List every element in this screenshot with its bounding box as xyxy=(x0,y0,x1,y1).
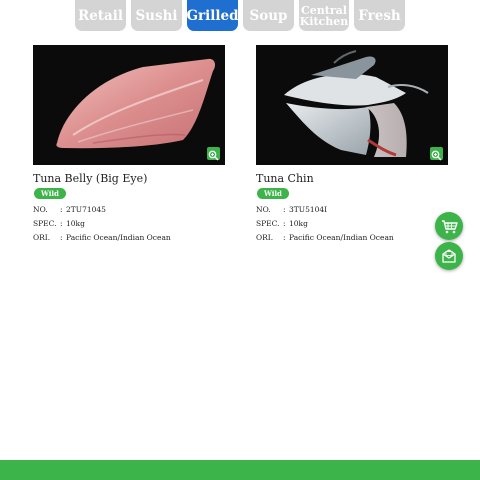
wild-badge: Wild xyxy=(34,188,66,199)
zoom-in-icon[interactable] xyxy=(430,147,443,161)
category-tabs: Retail Sushi Grilled Soup Central Kitchen… xyxy=(0,0,480,34)
tab-retail[interactable]: Retail xyxy=(75,0,126,31)
footer-bar xyxy=(0,460,480,480)
tuna-belly-image xyxy=(33,45,225,165)
spec-label: SPEC. xyxy=(33,219,57,228)
spec-label: SPEC. xyxy=(256,219,280,228)
spec-separator: : xyxy=(60,219,63,228)
spec-value: 10kg xyxy=(289,219,308,228)
spec-separator: : xyxy=(60,233,63,242)
spec-value: Pacific Ocean/Indian Ocean xyxy=(289,233,394,242)
tab-sushi-label: Sushi xyxy=(135,7,178,24)
contact-mail-button[interactable] xyxy=(435,242,463,270)
tuna-chin-image xyxy=(256,45,448,165)
tab-central-kitchen-label-line1: Central xyxy=(301,3,347,17)
spec-label: ORI. xyxy=(256,233,274,242)
tab-soup-label: Soup xyxy=(249,7,288,24)
spec-separator: : xyxy=(283,205,286,214)
mail-icon xyxy=(442,249,456,263)
tab-sushi[interactable]: Sushi xyxy=(131,0,182,31)
spec-value: 10kg xyxy=(66,219,85,228)
tab-fresh[interactable]: Fresh xyxy=(354,0,405,31)
zoom-in-icon[interactable] xyxy=(207,147,220,161)
product-name[interactable]: Tuna Belly (Big Eye) xyxy=(33,172,147,185)
spec-value: 3TU5104I xyxy=(289,205,328,214)
product-photo-tuna-chin[interactable] xyxy=(256,45,448,165)
spec-label: NO. xyxy=(33,205,48,214)
tab-fresh-label: Fresh xyxy=(358,7,401,24)
tab-grilled[interactable]: Grilled xyxy=(186,0,239,31)
spec-separator: : xyxy=(60,205,63,214)
spec-value: Pacific Ocean/Indian Ocean xyxy=(66,233,171,242)
product-photo-tuna-belly[interactable] xyxy=(33,45,225,165)
tab-grilled-label: Grilled xyxy=(186,7,239,24)
spec-value: 2TU71045 xyxy=(66,205,106,214)
wild-badge: Wild xyxy=(257,188,289,199)
spec-label: ORI. xyxy=(33,233,51,242)
tab-retail-label: Retail xyxy=(77,7,124,24)
shopping-cart-icon xyxy=(442,220,458,234)
spec-label: NO. xyxy=(256,205,271,214)
shopping-cart-button[interactable] xyxy=(435,212,463,240)
product-name[interactable]: Tuna Chin xyxy=(256,172,314,185)
tab-central-kitchen[interactable]: Central Kitchen xyxy=(299,0,349,31)
tab-central-kitchen-label-line2: Kitchen xyxy=(299,14,349,28)
spec-separator: : xyxy=(283,219,286,228)
spec-separator: : xyxy=(283,233,286,242)
tab-soup[interactable]: Soup xyxy=(243,0,294,31)
